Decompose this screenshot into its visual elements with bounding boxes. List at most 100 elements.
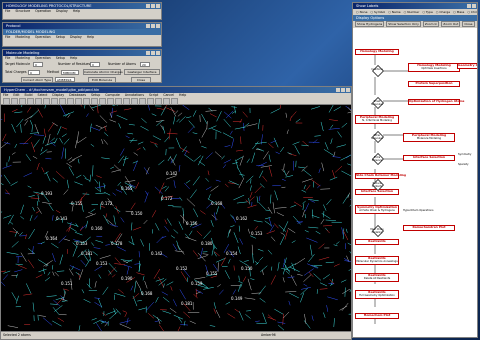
flow-decision-node[interactable]: Insertions	[369, 65, 385, 77]
close-button[interactable]	[156, 24, 160, 28]
edit-molecule-button[interactable]: Edit Molecule	[88, 77, 116, 82]
total-charge-field[interactable]: 0	[28, 70, 40, 75]
tool-icon[interactable]	[115, 98, 122, 105]
close-dialog-button[interactable]: Close	[131, 77, 151, 82]
menu-item-cancel[interactable]: Cancel	[163, 93, 174, 97]
flow-step-node[interactable]: Restraints Full Geometry Optimization	[355, 290, 399, 299]
tool-icon[interactable]	[107, 98, 114, 105]
menu-item-modeling[interactable]: Modeling	[15, 35, 30, 39]
menu-item-file[interactable]: File	[3, 93, 8, 97]
window-titlebar[interactable]: Show Labels	[353, 3, 477, 9]
tool-icon[interactable]	[35, 98, 42, 105]
menu-item-setup[interactable]: Setup	[91, 93, 100, 97]
maximize-button[interactable]	[151, 24, 155, 28]
tool-icon[interactable]	[83, 98, 90, 105]
flow-step-node[interactable]: Interface Selection	[403, 155, 455, 161]
flow-step-node[interactable]: Restraints	[355, 239, 399, 245]
menu-item-file[interactable]: File	[5, 9, 10, 13]
radio-chirality[interactable]: ○ Chirality	[467, 10, 477, 14]
calculate-charges-button[interactable]: Calculate Atomic Charges	[83, 69, 123, 75]
tool-icon[interactable]	[27, 98, 34, 105]
menu-item-display[interactable]: Display	[52, 93, 64, 97]
tool-icon[interactable]	[131, 98, 138, 105]
menu-item-edit[interactable]: Edit	[13, 93, 19, 97]
menu-item-help[interactable]: Help	[73, 9, 80, 13]
maximize-button[interactable]	[151, 51, 155, 55]
minimize-button[interactable]	[146, 51, 150, 55]
ramachandran-plot-node[interactable]: Ramachandran Plot	[403, 225, 455, 231]
menu-item-file[interactable]: File	[5, 35, 10, 39]
tool-icon[interactable]	[3, 98, 10, 105]
tool-icon[interactable]	[139, 98, 146, 105]
flow-decision-node[interactable]: Main Chain Modeling	[369, 225, 385, 237]
flow-toolbar-button[interactable]: Zoom Out	[441, 21, 461, 27]
tool-icon[interactable]	[123, 98, 130, 105]
menu-item-select[interactable]: Select	[38, 93, 48, 97]
menu-item-operation[interactable]: Operation	[35, 56, 51, 60]
radio-mass[interactable]: ○ Mass	[453, 10, 464, 14]
minimize-button[interactable]	[146, 24, 150, 28]
menu-item-help[interactable]: Help	[179, 93, 186, 97]
flow-decision-node[interactable]: Other Molecules	[369, 131, 385, 143]
flow-step-node[interactable]: Peripheral Modeling Molecule Modeling	[403, 133, 455, 142]
atom-type-button[interactable]: Current Atom Type	[21, 77, 53, 82]
menu-item-file[interactable]: File	[5, 56, 10, 60]
tool-icon[interactable]	[171, 98, 178, 105]
window-titlebar[interactable]: HyperChem - d:\Hochrnvam_model\ojtw_pdb\…	[1, 87, 351, 93]
flow-step-node[interactable]: Homechem Plot	[355, 313, 399, 319]
flow-step-node[interactable]: Restraints Delete All Restraints	[355, 273, 399, 282]
menu-item-setup[interactable]: Setup	[56, 56, 65, 60]
close-button[interactable]	[472, 4, 476, 8]
radio-symbol[interactable]: ○ Symbol	[370, 10, 385, 14]
minimize-button[interactable]	[146, 4, 150, 8]
minimize-button[interactable]	[336, 88, 340, 92]
close-button[interactable]	[156, 4, 160, 8]
tool-icon[interactable]	[67, 98, 74, 105]
tool-icon[interactable]	[163, 98, 170, 105]
maximize-button[interactable]	[341, 88, 345, 92]
flow-step-node[interactable]: Peripheral Modeling N, C-Terminal Modelin…	[355, 115, 399, 124]
flow-decision-node[interactable]: Reduce Contacts	[369, 179, 385, 191]
menu-item-modeling[interactable]: Modeling	[15, 56, 30, 60]
tool-icon[interactable]	[43, 98, 50, 105]
tool-icon[interactable]	[51, 98, 58, 105]
method-field[interactable]: MMDOM	[61, 70, 79, 75]
gasteiger-button[interactable]: Gasteiger Interface	[124, 69, 160, 75]
target-molecule-field[interactable]: 0	[33, 62, 43, 67]
residues-field[interactable]: 0	[90, 62, 100, 67]
flow-step-node[interactable]: Restraints Molecular Dynamics Annealings	[355, 256, 399, 265]
molecule-canvas[interactable]: 0.193 0.155 0.143 0.160 0.178 0.181 0.150 0.172…	[1, 105, 352, 333]
menu-item-databases[interactable]: Databases	[69, 93, 86, 97]
tool-icon[interactable]	[19, 98, 26, 105]
tool-icon[interactable]	[99, 98, 106, 105]
tool-icon[interactable]	[11, 98, 18, 105]
flow-step-node[interactable]: Symmetry Optimization All Side Chain & Hy…	[355, 205, 399, 214]
minimize-button[interactable]	[467, 4, 471, 8]
menu-item-display[interactable]: Display	[56, 9, 68, 13]
close-button[interactable]	[346, 88, 350, 92]
menu-item-help[interactable]: Help	[70, 56, 77, 60]
flow-decision-node[interactable]: Extra Molecule	[369, 153, 385, 165]
flow-step-node[interactable]: Homology Modeling Optimize Insertions	[408, 63, 460, 72]
radio-type[interactable]: ○ Type	[422, 10, 432, 14]
flow-toolbar-button[interactable]: Show Hydrogens	[355, 21, 385, 27]
menu-item-compute[interactable]: Compute	[105, 93, 120, 97]
radio-number[interactable]: ○ Number	[404, 10, 420, 14]
flow-decision-node[interactable]: Small Molecules	[369, 97, 385, 109]
flow-step-node[interactable]: Homology Modeling	[355, 49, 399, 55]
flow-step-node[interactable]: Optimization of Hydrogen Atoms	[408, 99, 464, 105]
flow-toolbar-button[interactable]: Zoom In	[422, 21, 440, 27]
tool-icon[interactable]	[59, 98, 66, 105]
menu-item-setup[interactable]: Setup	[56, 35, 65, 39]
atoms-field[interactable]: 20	[140, 62, 150, 67]
menu-item-annotations[interactable]: Annotations	[125, 93, 144, 97]
maximize-button[interactable]	[151, 4, 155, 8]
radio-name[interactable]: ○ Name	[388, 10, 400, 14]
menu-item-operation[interactable]: Operation	[35, 35, 51, 39]
window-titlebar[interactable]: Molecule Modeling	[3, 50, 161, 56]
flow-toolbar-button[interactable]: Show Selection Only	[386, 21, 421, 27]
flow-toolbar-button[interactable]: Close	[462, 21, 475, 27]
flow-step-node[interactable]: Protein Superposition	[408, 81, 460, 87]
menu-item-structure[interactable]: Structure	[15, 9, 30, 13]
tool-icon[interactable]	[155, 98, 162, 105]
